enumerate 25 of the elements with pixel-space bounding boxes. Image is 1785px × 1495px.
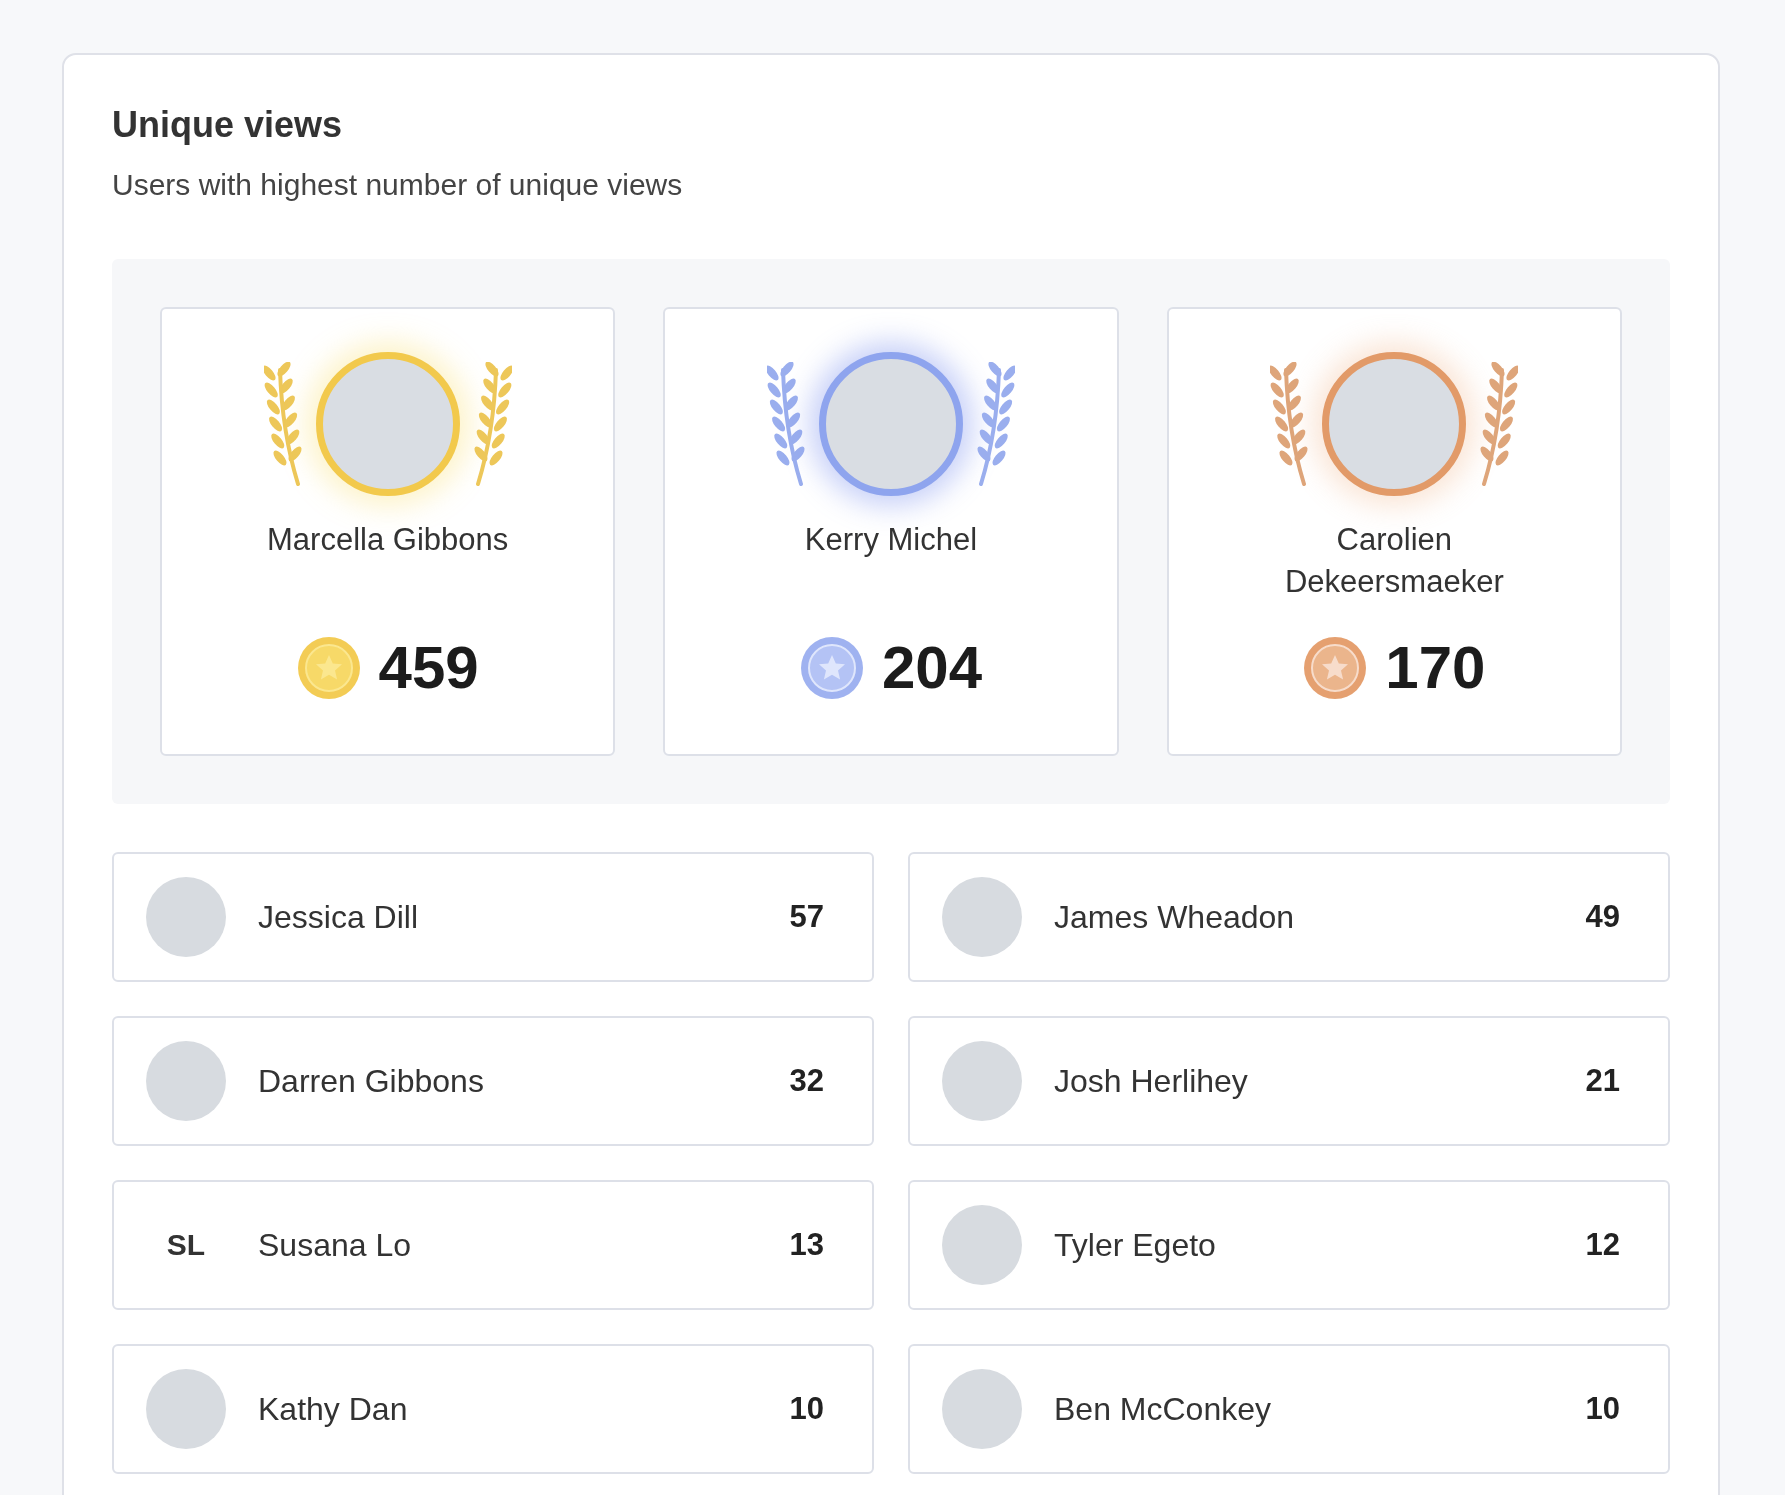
user-name: Darren Gibbons	[258, 1062, 485, 1100]
card-title: Unique views	[112, 103, 344, 147]
view-count: 204	[881, 633, 983, 702]
card-subtitle: Users with highest number of unique views	[112, 167, 684, 203]
user-name: Kathy Dan	[258, 1390, 409, 1428]
user-name: Josh Herlihey	[1054, 1062, 1249, 1100]
view-count: 21	[1585, 1063, 1620, 1099]
user-name: Tyler Egeto	[1054, 1226, 1217, 1264]
view-count: 49	[1585, 899, 1620, 935]
view-count: 10	[789, 1391, 824, 1427]
view-count: 10	[1585, 1391, 1620, 1427]
avatar-initials: SL	[165, 1228, 207, 1262]
view-count: 459	[378, 633, 479, 702]
user-name: Carolien Dekeersmaeker	[1283, 521, 1505, 601]
view-count: 13	[789, 1227, 824, 1263]
view-count: 57	[789, 899, 824, 935]
user-name: Susana Lo	[258, 1226, 412, 1264]
user-name: James Wheadon	[1054, 898, 1296, 936]
view-count: 170	[1385, 633, 1486, 702]
view-count: 32	[789, 1063, 824, 1099]
view-count: 12	[1585, 1227, 1620, 1263]
user-name: Ben McConkey	[1054, 1390, 1272, 1428]
user-name: Marcella Gibbons	[267, 521, 509, 559]
user-name: Kerry Michel	[804, 521, 978, 559]
user-name: Jessica Dill	[258, 898, 420, 936]
